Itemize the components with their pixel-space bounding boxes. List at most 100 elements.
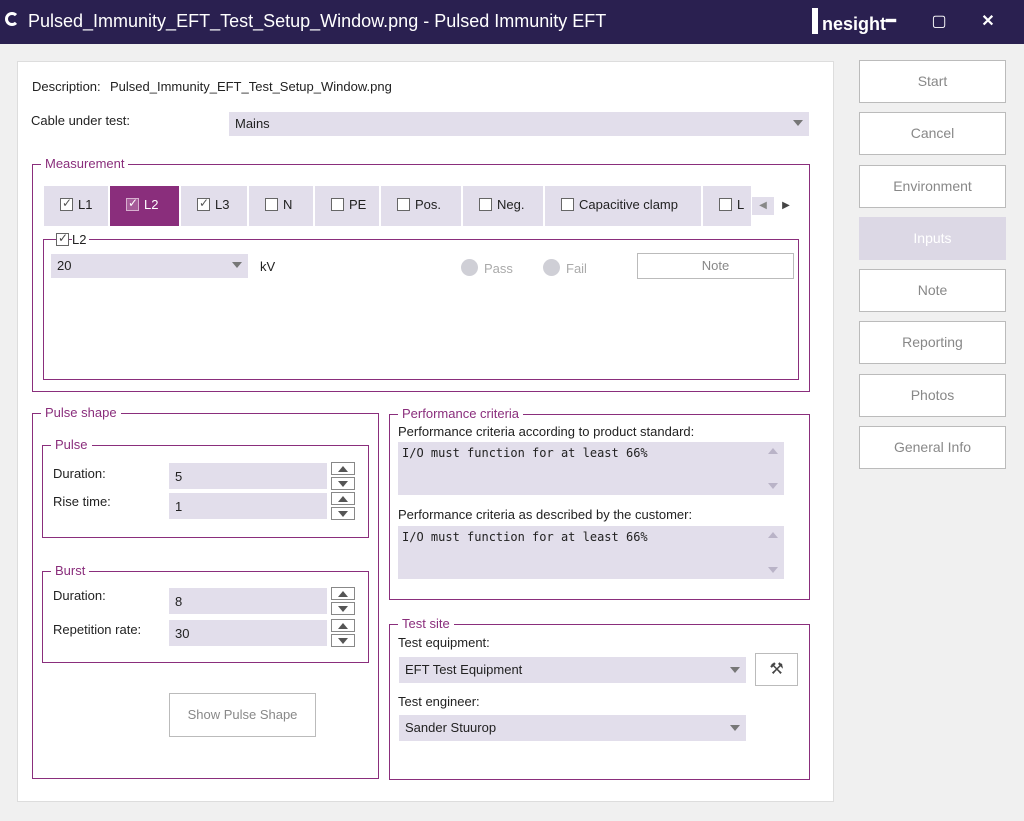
arrow-down-icon[interactable] <box>768 483 778 489</box>
tools-icon[interactable]: ⚒ <box>755 653 798 686</box>
arrow-down-icon[interactable] <box>331 602 355 615</box>
l2-subpanel-checkbox[interactable] <box>56 231 69 246</box>
cable-label: Cable under test: <box>31 113 131 128</box>
brand-logo-icon <box>812 8 818 34</box>
burst-title: Burst <box>51 563 90 578</box>
tab-pos[interactable]: Pos. <box>381 186 461 226</box>
test-engineer-value: Sander Stuurop <box>405 720 497 735</box>
fail-radio[interactable] <box>543 259 560 276</box>
voltage-unit: kV <box>260 259 276 274</box>
customer-criteria-textarea[interactable]: I/O must function for at least 66% <box>398 526 784 579</box>
pass-label: Pass <box>484 261 513 276</box>
test-equipment-select[interactable]: EFT Test Equipment <box>399 657 746 683</box>
measurement-title: Measurement <box>41 156 129 171</box>
burst-duration-stepper[interactable] <box>331 587 355 616</box>
minimize-button[interactable]: ━ <box>878 10 904 34</box>
pulse-title: Pulse <box>51 437 92 452</box>
window-title: Pulsed_Immunity_EFT_Test_Setup_Window.pn… <box>28 11 607 31</box>
tab-neg-label: Neg. <box>497 197 525 212</box>
tab-pos-label: Pos. <box>415 197 442 212</box>
chevron-down-icon <box>793 120 803 126</box>
tab-pe-label: PE <box>349 197 367 212</box>
rise-time-stepper[interactable] <box>331 492 355 521</box>
tab-l-partial[interactable]: L <box>703 186 751 226</box>
tab-n[interactable]: N <box>249 186 313 226</box>
tab-l3[interactable]: L3 <box>181 186 247 226</box>
tab-l1-checkbox[interactable] <box>60 196 73 211</box>
rise-time-input[interactable]: 1 <box>169 493 327 519</box>
test-engineer-select[interactable]: Sander Stuurop <box>399 715 746 741</box>
maximize-button[interactable]: ▢ <box>926 10 952 34</box>
arrow-up-icon[interactable] <box>331 587 355 600</box>
show-pulse-shape-button[interactable]: Show Pulse Shape <box>169 693 316 737</box>
chevron-down-icon <box>232 262 242 268</box>
tab-l1[interactable]: L1 <box>44 186 108 226</box>
chevron-down-icon <box>730 725 740 731</box>
burst-duration-value: 8 <box>175 594 183 609</box>
environment-button[interactable]: Environment <box>859 165 1006 208</box>
tab-pe[interactable]: PE <box>315 186 379 226</box>
note-button[interactable]: Note <box>859 269 1006 312</box>
arrow-up-icon[interactable] <box>331 619 355 632</box>
scrollbar[interactable] <box>762 526 784 579</box>
description-value: Pulsed_Immunity_EFT_Test_Setup_Window.pn… <box>110 79 392 94</box>
tab-capacitive-clamp-checkbox[interactable] <box>561 198 574 211</box>
tab-scroll-left-icon[interactable]: ◀ <box>752 197 774 215</box>
arrow-down-icon[interactable] <box>331 507 355 520</box>
tab-l1-label: L1 <box>78 197 93 212</box>
pulse-duration-label: Duration: <box>53 466 106 481</box>
tab-neg[interactable]: Neg. <box>463 186 543 226</box>
tab-pe-checkbox[interactable] <box>331 198 344 211</box>
repetition-rate-label: Repetition rate: <box>53 622 142 637</box>
tab-l-partial-checkbox[interactable] <box>719 198 732 211</box>
repetition-rate-input[interactable]: 30 <box>169 620 327 646</box>
arrow-up-icon[interactable] <box>331 462 355 475</box>
app-icon <box>5 12 19 26</box>
tab-capacitive-clamp-label: Capacitive clamp <box>579 197 678 212</box>
arrow-down-icon[interactable] <box>331 477 355 490</box>
tab-capacitive-clamp[interactable]: Capacitive clamp <box>545 186 701 226</box>
repetition-rate-value: 30 <box>175 626 190 641</box>
cancel-button[interactable]: Cancel <box>859 112 1006 155</box>
tab-l2-checkbox[interactable] <box>126 196 139 211</box>
voltage-select[interactable]: 20 <box>51 254 248 278</box>
general-info-button[interactable]: General Info <box>859 426 1006 469</box>
standard-criteria-textarea[interactable]: I/O must function for at least 66% <box>398 442 784 495</box>
reporting-button[interactable]: Reporting <box>859 321 1006 364</box>
start-button[interactable]: Start <box>859 60 1006 103</box>
tab-l2[interactable]: L2 <box>110 186 179 226</box>
title-bar: Pulsed_Immunity_EFT_Test_Setup_Window.pn… <box>0 0 1024 44</box>
close-button[interactable]: ✕ <box>975 10 1001 34</box>
tab-neg-checkbox[interactable] <box>479 198 492 211</box>
test-site-title: Test site <box>398 616 454 631</box>
burst-duration-input[interactable]: 8 <box>169 588 327 614</box>
pulse-duration-input[interactable]: 5 <box>169 463 327 489</box>
standard-criteria-label: Performance criteria according to produc… <box>398 424 695 439</box>
rise-time-value: 1 <box>175 499 183 514</box>
repetition-rate-stepper[interactable] <box>331 619 355 648</box>
customer-criteria-value: I/O must function for at least 66% <box>402 530 648 544</box>
tab-l2-label: L2 <box>144 197 159 212</box>
arrow-up-icon[interactable] <box>768 448 778 454</box>
l2-subpanel-label: L2 <box>72 232 90 247</box>
inputs-button[interactable]: Inputs <box>859 217 1006 260</box>
tab-pos-checkbox[interactable] <box>397 198 410 211</box>
tab-scroll-right-icon[interactable]: ▶ <box>778 197 794 215</box>
arrow-up-icon[interactable] <box>768 532 778 538</box>
scrollbar[interactable] <box>762 442 784 495</box>
customer-criteria-label: Performance criteria as described by the… <box>398 507 693 522</box>
arrow-down-icon[interactable] <box>331 634 355 647</box>
pulse-duration-stepper[interactable] <box>331 462 355 491</box>
brand-logo-text: nesight <box>822 14 887 34</box>
tab-n-checkbox[interactable] <box>265 198 278 211</box>
measurement-note-button[interactable]: Note <box>637 253 794 279</box>
tab-l3-checkbox[interactable] <box>197 196 210 211</box>
arrow-down-icon[interactable] <box>768 567 778 573</box>
test-equipment-value: EFT Test Equipment <box>405 662 523 677</box>
test-engineer-label: Test engineer: <box>398 694 480 709</box>
arrow-up-icon[interactable] <box>331 492 355 505</box>
burst-group: Burst <box>42 563 369 663</box>
pass-radio[interactable] <box>461 259 478 276</box>
cable-select[interactable]: Mains <box>229 112 809 136</box>
photos-button[interactable]: Photos <box>859 374 1006 417</box>
